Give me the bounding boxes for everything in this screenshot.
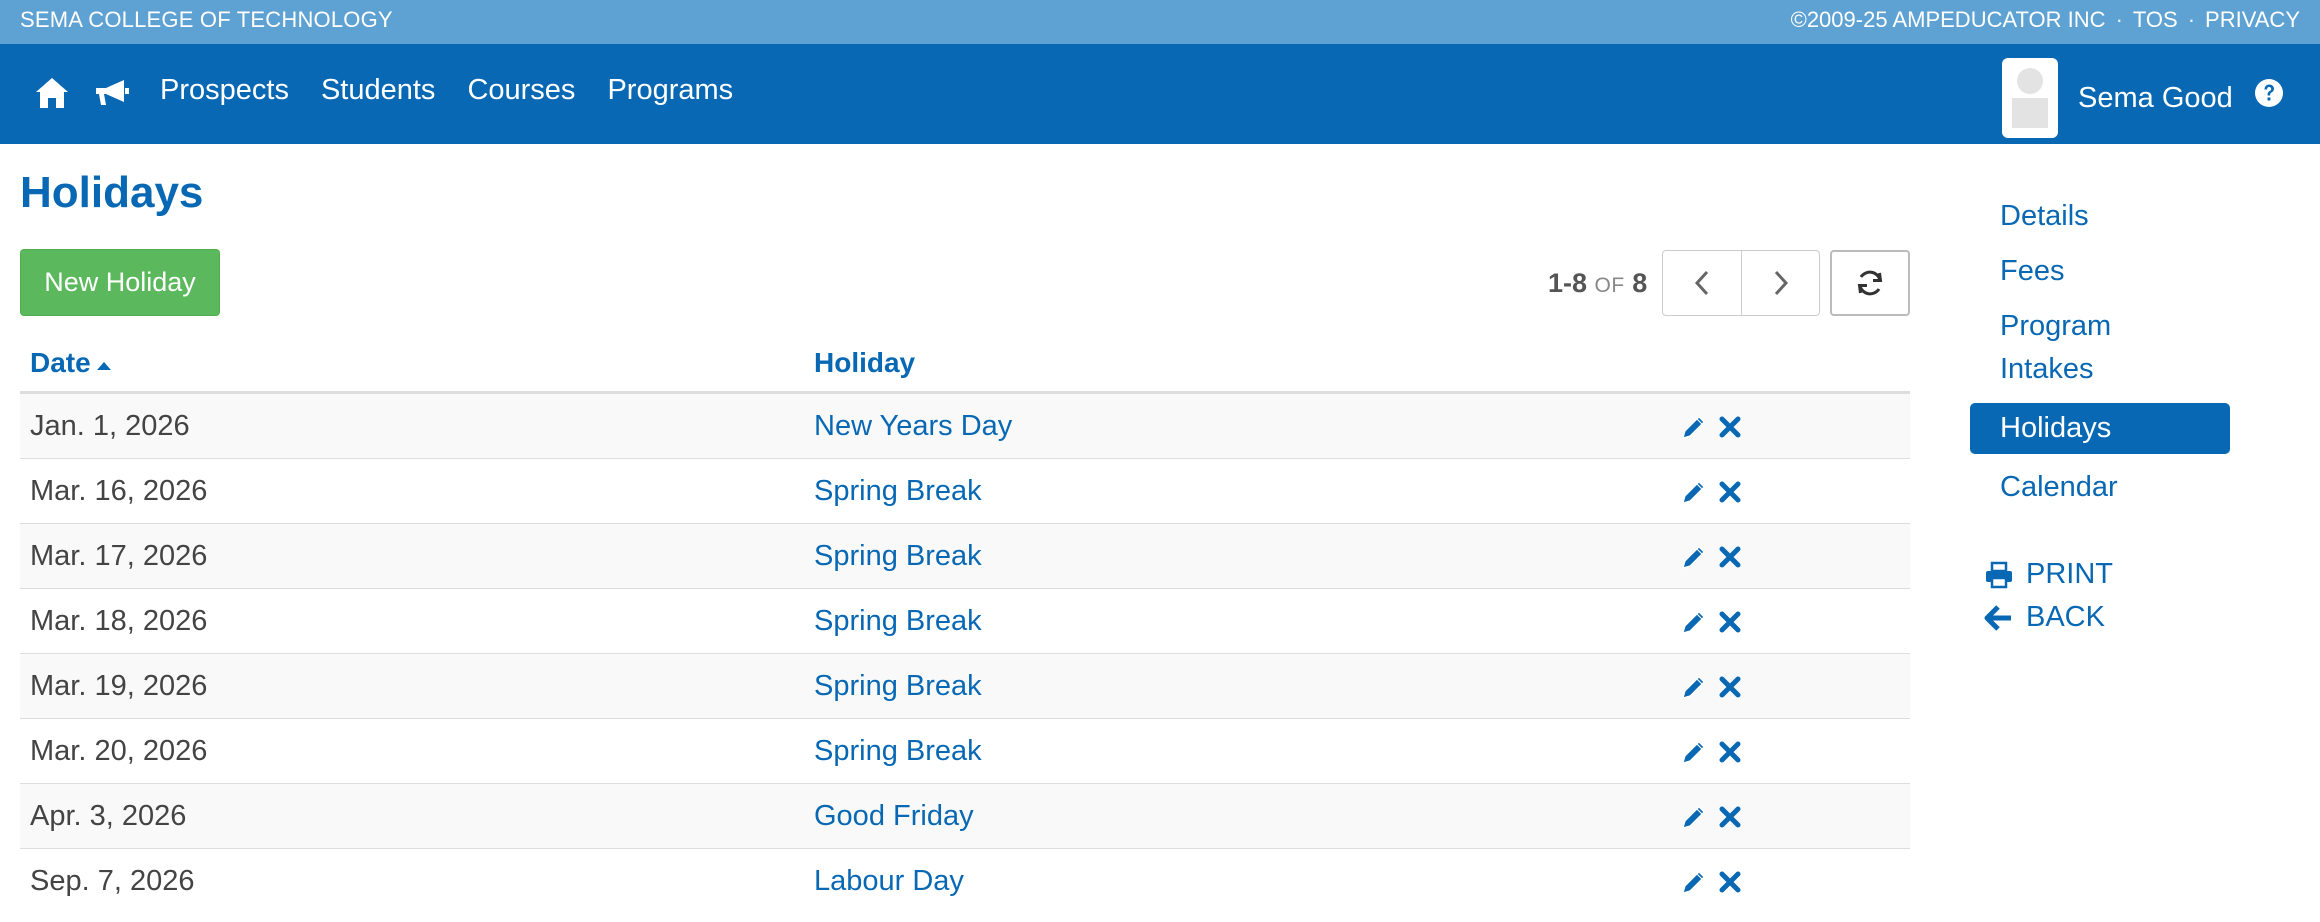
table-row: Mar. 18, 2026 Spring Break	[20, 589, 1910, 654]
delete-x-icon[interactable]	[1717, 544, 1743, 570]
chevron-right-icon	[1774, 270, 1788, 296]
separator: ·	[2115, 7, 2123, 32]
prev-page-button[interactable]	[1663, 251, 1741, 315]
delete-x-icon[interactable]	[1717, 869, 1743, 895]
pencil-icon[interactable]	[1680, 868, 1708, 896]
pencil-icon[interactable]	[1680, 803, 1708, 831]
avatar[interactable]	[2002, 58, 2058, 138]
holiday-name-link[interactable]: Good Friday	[814, 800, 974, 833]
top-strip: SEMA COLLEGE OF TECHNOLOGY ©2009-25 AMPE…	[0, 0, 2320, 44]
delete-x-icon[interactable]	[1717, 804, 1743, 830]
table-row: Mar. 17, 2026 Spring Break	[20, 524, 1910, 589]
separator: ·	[2187, 7, 2196, 32]
page-title: Holidays	[20, 168, 204, 217]
table-row: Mar. 16, 2026 Spring Break	[20, 459, 1910, 524]
holiday-date: Mar. 18, 2026	[30, 605, 208, 637]
copyright-text: ©2009-25 AMPEDUCATOR INC	[1790, 7, 2106, 32]
holiday-name-link[interactable]: Spring Break	[814, 540, 982, 573]
table-row: Mar. 20, 2026 Spring Break	[20, 719, 1910, 784]
holiday-date: Mar. 16, 2026	[30, 475, 208, 507]
print-label[interactable]: PRINT	[2026, 558, 2113, 591]
table-row: Mar. 19, 2026 Spring Break	[20, 654, 1910, 719]
table-body: Jan. 1, 2026 New Years Day Mar. 16, 2026…	[20, 394, 1910, 914]
holiday-date: Apr. 3, 2026	[30, 800, 187, 832]
holiday-name-link[interactable]: New Years Day	[814, 410, 1012, 443]
pencil-icon[interactable]	[1680, 543, 1708, 571]
megaphone-icon[interactable]	[94, 77, 130, 109]
nav-prospects[interactable]: Prospects	[160, 74, 289, 107]
privacy-link[interactable]: PRIVACY	[2205, 7, 2300, 33]
holiday-date: Mar. 17, 2026	[30, 540, 208, 572]
holiday-name-link[interactable]: Spring Break	[814, 605, 982, 638]
delete-x-icon[interactable]	[1717, 479, 1743, 505]
nav-links: Prospects Students Courses Programs	[160, 74, 733, 107]
footer-links: ©2009-25 AMPEDUCATOR INC · TOS · PRIVACY	[1791, 7, 2300, 33]
pencil-icon[interactable]	[1680, 673, 1708, 701]
side-item-fees[interactable]: Fees	[1970, 250, 2230, 293]
refresh-button[interactable]	[1830, 250, 1910, 316]
delete-x-icon[interactable]	[1717, 414, 1743, 440]
question-circle-icon[interactable]	[2254, 78, 2284, 108]
table-row: Apr. 3, 2026 Good Friday	[20, 784, 1910, 849]
user-name[interactable]: Sema Good	[2078, 82, 2233, 115]
table-row: Sep. 7, 2026 Labour Day	[20, 849, 1910, 914]
holiday-date: Sep. 7, 2026	[30, 865, 195, 897]
holiday-name-link[interactable]: Spring Break	[814, 735, 982, 768]
pagination-buttons	[1662, 250, 1820, 316]
holiday-name-link[interactable]: Spring Break	[814, 670, 982, 703]
chevron-left-icon	[1694, 270, 1709, 296]
new-holiday-button[interactable]: New Holiday	[20, 249, 220, 316]
arrow-left-icon	[1984, 604, 2011, 631]
pagination-info: 1-8 OF 8	[1548, 268, 1647, 299]
page-of-label: OF	[1594, 274, 1625, 297]
table-header: Date Holiday	[20, 340, 1910, 394]
nav-students[interactable]: Students	[321, 74, 435, 107]
side-menu: Details Fees Program Intakes Holidays Ca…	[1970, 195, 2230, 521]
pencil-icon[interactable]	[1680, 608, 1708, 636]
refresh-icon	[1857, 270, 1883, 296]
home-icon[interactable]	[34, 75, 70, 111]
sort-asc-icon	[96, 362, 111, 370]
table-row: Jan. 1, 2026 New Years Day	[20, 394, 1910, 459]
column-header-holiday[interactable]: Holiday	[814, 347, 915, 379]
pencil-icon[interactable]	[1680, 478, 1708, 506]
side-item-details[interactable]: Details	[1970, 195, 2230, 238]
holiday-date: Mar. 20, 2026	[30, 735, 208, 767]
delete-x-icon[interactable]	[1717, 739, 1743, 765]
print-link[interactable]: PRINT	[1984, 553, 2113, 596]
holiday-date: Mar. 19, 2026	[30, 670, 208, 702]
side-item-holidays[interactable]: Holidays	[1970, 403, 2230, 454]
page-range: 1-8	[1548, 268, 1588, 298]
user-menu[interactable]: Sema Good	[2002, 58, 2233, 138]
page-total: 8	[1632, 268, 1648, 298]
back-link[interactable]: BACK	[1984, 596, 2113, 639]
pencil-icon[interactable]	[1680, 738, 1708, 766]
nav-programs[interactable]: Programs	[607, 74, 733, 107]
print-icon	[1986, 561, 2012, 588]
holiday-date: Jan. 1, 2026	[30, 410, 190, 442]
back-label[interactable]: BACK	[2026, 601, 2105, 634]
side-item-program-intakes[interactable]: Program Intakes	[1970, 305, 2230, 391]
holiday-name-link[interactable]: Labour Day	[814, 865, 964, 898]
pencil-icon[interactable]	[1680, 413, 1708, 441]
holidays-table: Date Holiday Jan. 1, 2026 New Years Day …	[20, 340, 1910, 914]
school-name: SEMA COLLEGE OF TECHNOLOGY	[20, 7, 393, 32]
delete-x-icon[interactable]	[1717, 674, 1743, 700]
holiday-name-link[interactable]: Spring Break	[814, 475, 982, 508]
next-page-button[interactable]	[1741, 251, 1819, 315]
side-actions: PRINT BACK	[1984, 553, 2113, 639]
nav-courses[interactable]: Courses	[467, 74, 575, 107]
tos-link[interactable]: TOS	[2133, 7, 2178, 33]
side-item-calendar[interactable]: Calendar	[1970, 466, 2230, 509]
main-navbar: Prospects Students Courses Programs Sema…	[0, 44, 2320, 144]
delete-x-icon[interactable]	[1717, 609, 1743, 635]
column-header-date[interactable]: Date	[30, 347, 111, 379]
column-date-label[interactable]: Date	[30, 347, 91, 379]
